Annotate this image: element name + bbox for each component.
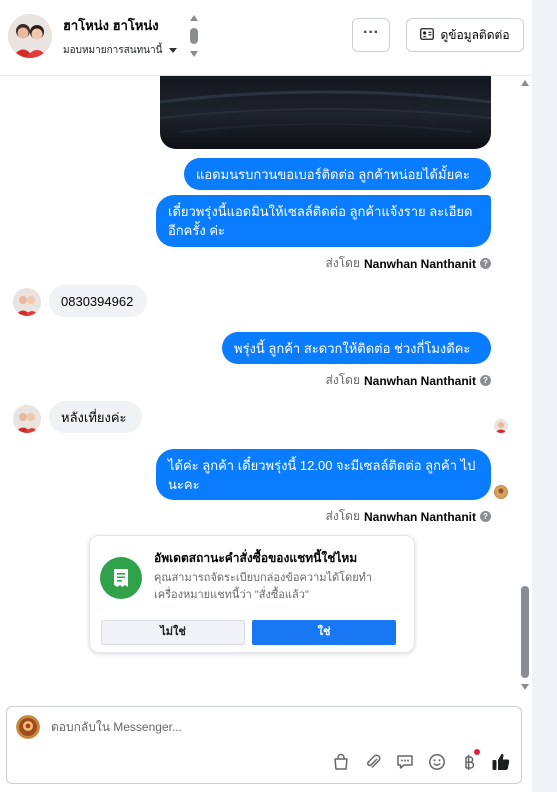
down-arrow-icon <box>190 51 198 57</box>
thread-scrollbar[interactable] <box>518 78 532 694</box>
scrollbar-thumb[interactable] <box>521 586 529 678</box>
help-icon[interactable]: ? <box>480 375 491 386</box>
conversation-header: ฮาโหน่ง ฮาโหน่ง มอบหมายการสนทนานี้ ··· ด… <box>0 0 532 76</box>
right-panel-edge <box>532 0 557 792</box>
sent-by-prefix: ส่งโดย <box>325 373 360 387</box>
sent-by-name: Nanwhan Nanthanit <box>363 509 476 524</box>
message-composer <box>6 706 522 784</box>
notification-dot <box>474 749 480 755</box>
sent-by-label: ส่งโดย Nanwhan Nanthanit ? <box>326 371 491 390</box>
baht-payment-icon[interactable] <box>458 749 480 773</box>
paperclip-icon[interactable] <box>362 751 384 773</box>
order-status-card: อัพเดตสถานะคำสั่งซื้อของแชทนี้ใช่ไหม คุณ… <box>89 535 415 653</box>
outgoing-message: เดี๋ยวพรุ่งนี้แอดมินให้เซลล์ติดต่อ ลูกค้… <box>156 195 491 247</box>
shopping-bag-icon[interactable] <box>330 751 352 773</box>
view-contact-label: ดูข้อมูลติดต่อ <box>440 27 510 42</box>
contact-name: ฮาโหน่ง ฮาโหน่ง <box>63 18 159 33</box>
sent-by-label: ส่งโดย Nanwhan Nanthanit ? <box>326 507 491 526</box>
shared-media-preview[interactable] <box>160 76 491 149</box>
order-receipt-icon <box>100 557 142 599</box>
scroll-up-arrow-icon[interactable] <box>521 80 529 86</box>
contact-avatar-small <box>13 288 41 316</box>
card-title: อัพเดตสถานะคำสั่งซื้อของแชทนี้ใช่ไหม <box>154 551 358 565</box>
incoming-message: 0830394962 <box>49 285 147 317</box>
seen-avatar <box>494 485 508 499</box>
incoming-message: หลังเที่ยงค่ะ <box>49 401 142 433</box>
sent-by-prefix: ส่งโดย <box>325 256 360 270</box>
up-arrow-icon <box>190 15 198 21</box>
assign-conversation-dropdown[interactable]: มอบหมายการสนทนานี้ <box>63 43 178 58</box>
sent-by-prefix: ส่งโดย <box>325 509 360 523</box>
seen-avatar <box>494 419 508 433</box>
assign-label: มอบหมายการสนทนานี้ <box>63 45 163 56</box>
conversation-nav-arrows[interactable] <box>188 13 200 61</box>
scroll-down-arrow-icon[interactable] <box>521 684 529 690</box>
sent-by-name: Nanwhan Nanthanit <box>363 373 476 388</box>
thumbs-up-icon[interactable] <box>490 751 512 773</box>
help-icon[interactable]: ? <box>480 511 491 522</box>
contact-avatar-small <box>13 405 41 433</box>
sent-by-label: ส่งโดย Nanwhan Nanthanit ? <box>326 254 491 273</box>
no-button[interactable]: ไม่ใช่ <box>101 620 245 645</box>
chevron-down-icon <box>169 48 178 53</box>
view-contact-button[interactable]: ดูข้อมูลติดต่อ <box>406 18 524 52</box>
sent-by-name: Nanwhan Nanthanit <box>363 256 476 271</box>
contact-avatar[interactable] <box>8 14 52 58</box>
yes-button[interactable]: ใช่ <box>252 620 396 645</box>
card-body: คุณสามารถจัดระเบียบกล่องข้อความได้โดยทำเ… <box>154 572 373 601</box>
more-options-button[interactable]: ··· <box>352 18 390 52</box>
outgoing-message: พรุ่งนี้ ลูกค้า สะดวกให้ติดต่อ ช่วงกี่โม… <box>222 332 491 364</box>
contact-card-icon <box>420 27 435 43</box>
saved-replies-icon[interactable] <box>394 751 416 773</box>
reply-input[interactable] <box>51 720 451 734</box>
outgoing-message: แอดมนรบกวนขอเบอร์ติดต่อ ลูกค้าหน่อยได้มั… <box>184 158 491 190</box>
emoji-icon[interactable] <box>426 751 448 773</box>
page-avatar <box>16 715 40 739</box>
help-icon[interactable]: ? <box>480 258 491 269</box>
outgoing-message: ได้ค่ะ ลูกค้า เดี๋ยวพรุ่งนี้ 12.00 จะมีเ… <box>156 449 491 500</box>
